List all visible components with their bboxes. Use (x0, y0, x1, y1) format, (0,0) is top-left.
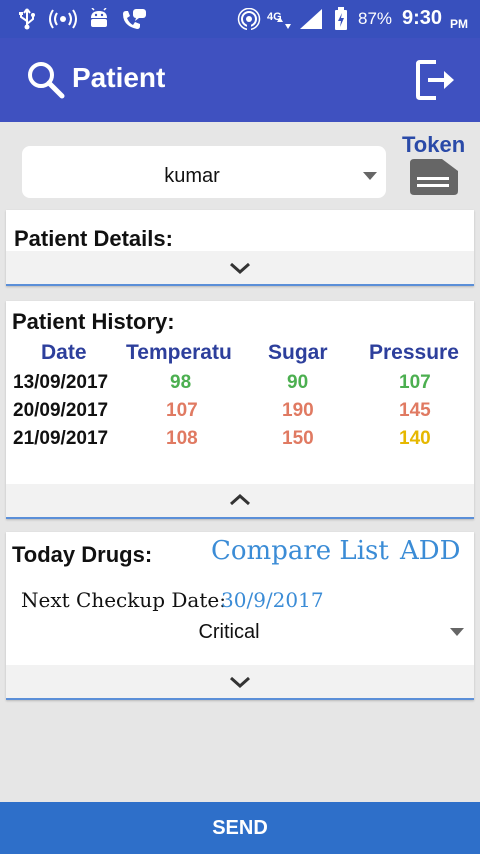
token-icon[interactable] (408, 157, 460, 197)
history-pressure: 140 (399, 428, 431, 449)
page-title: Patient (72, 62, 166, 93)
logout-icon[interactable] (414, 58, 460, 102)
status-dropdown[interactable]: Critical (16, 618, 468, 648)
history-temperature: 107 (166, 400, 198, 421)
patient-dropdown[interactable]: kumar (22, 146, 386, 198)
chevron-down-icon (230, 676, 250, 689)
patient-history-collapse[interactable] (6, 484, 474, 517)
search-icon[interactable] (26, 60, 66, 100)
clock-ampm: PM (450, 17, 468, 31)
history-temperature: 98 (170, 372, 192, 393)
patient-details-expand[interactable] (6, 251, 474, 284)
history-date: 21/09/2017 (13, 428, 109, 449)
chevron-up-icon (230, 493, 250, 506)
clock-time: 9:30 (402, 7, 443, 29)
history-pressure: 145 (399, 400, 431, 421)
history-sugar: 150 (282, 428, 314, 449)
patient-history-title: Patient History: (12, 309, 175, 334)
today-drugs-card: Today Drugs: Compare List ADD Next Check… (6, 532, 474, 700)
next-checkup-label: Next Checkup Date: (21, 588, 226, 612)
next-checkup-date[interactable]: 30/9/2017 (221, 588, 324, 612)
chevron-down-icon (450, 628, 464, 636)
column-header-temperature: Temperatu (126, 341, 232, 364)
patient-details-title: Patient Details: (14, 226, 173, 251)
history-date: 13/09/2017 (13, 372, 109, 393)
today-drugs-expand[interactable] (6, 665, 474, 698)
data-arrows-icon (272, 16, 296, 30)
wifi-calling-icon (236, 7, 262, 31)
history-date: 20/09/2017 (13, 400, 109, 421)
patient-details-card: Patient Details: (6, 210, 474, 286)
today-drugs-title: Today Drugs: (12, 542, 153, 567)
history-temperature: 108 (166, 428, 198, 449)
app-bar: Patient (0, 38, 480, 122)
column-header-pressure: Pressure (369, 341, 459, 364)
compare-list-button[interactable]: Compare List (211, 536, 389, 566)
token-label[interactable]: Token (402, 132, 465, 158)
column-header-date: Date (41, 341, 87, 364)
history-sugar: 190 (282, 400, 314, 421)
usb-icon (16, 7, 38, 31)
battery-charging-icon (332, 7, 350, 31)
chevron-down-icon (230, 262, 250, 275)
send-button[interactable]: SEND (0, 802, 480, 854)
android-icon (88, 7, 110, 31)
call-message-icon (120, 7, 148, 31)
signal-icon (298, 7, 324, 31)
add-drug-button[interactable]: ADD (400, 536, 460, 566)
column-header-sugar: Sugar (268, 341, 328, 364)
battery-percent: 87% (358, 9, 393, 28)
hotspot-icon (48, 7, 78, 31)
status-dropdown-value: Critical (198, 621, 260, 643)
patient-history-card: Patient History: Date Temperatu Sugar Pr… (6, 301, 474, 519)
patient-dropdown-value: kumar (164, 165, 220, 187)
chevron-down-icon (363, 172, 377, 180)
status-bar: 4G 87% 9:30 PM (0, 0, 480, 38)
history-pressure: 107 (399, 372, 431, 393)
history-sugar: 90 (287, 372, 309, 393)
